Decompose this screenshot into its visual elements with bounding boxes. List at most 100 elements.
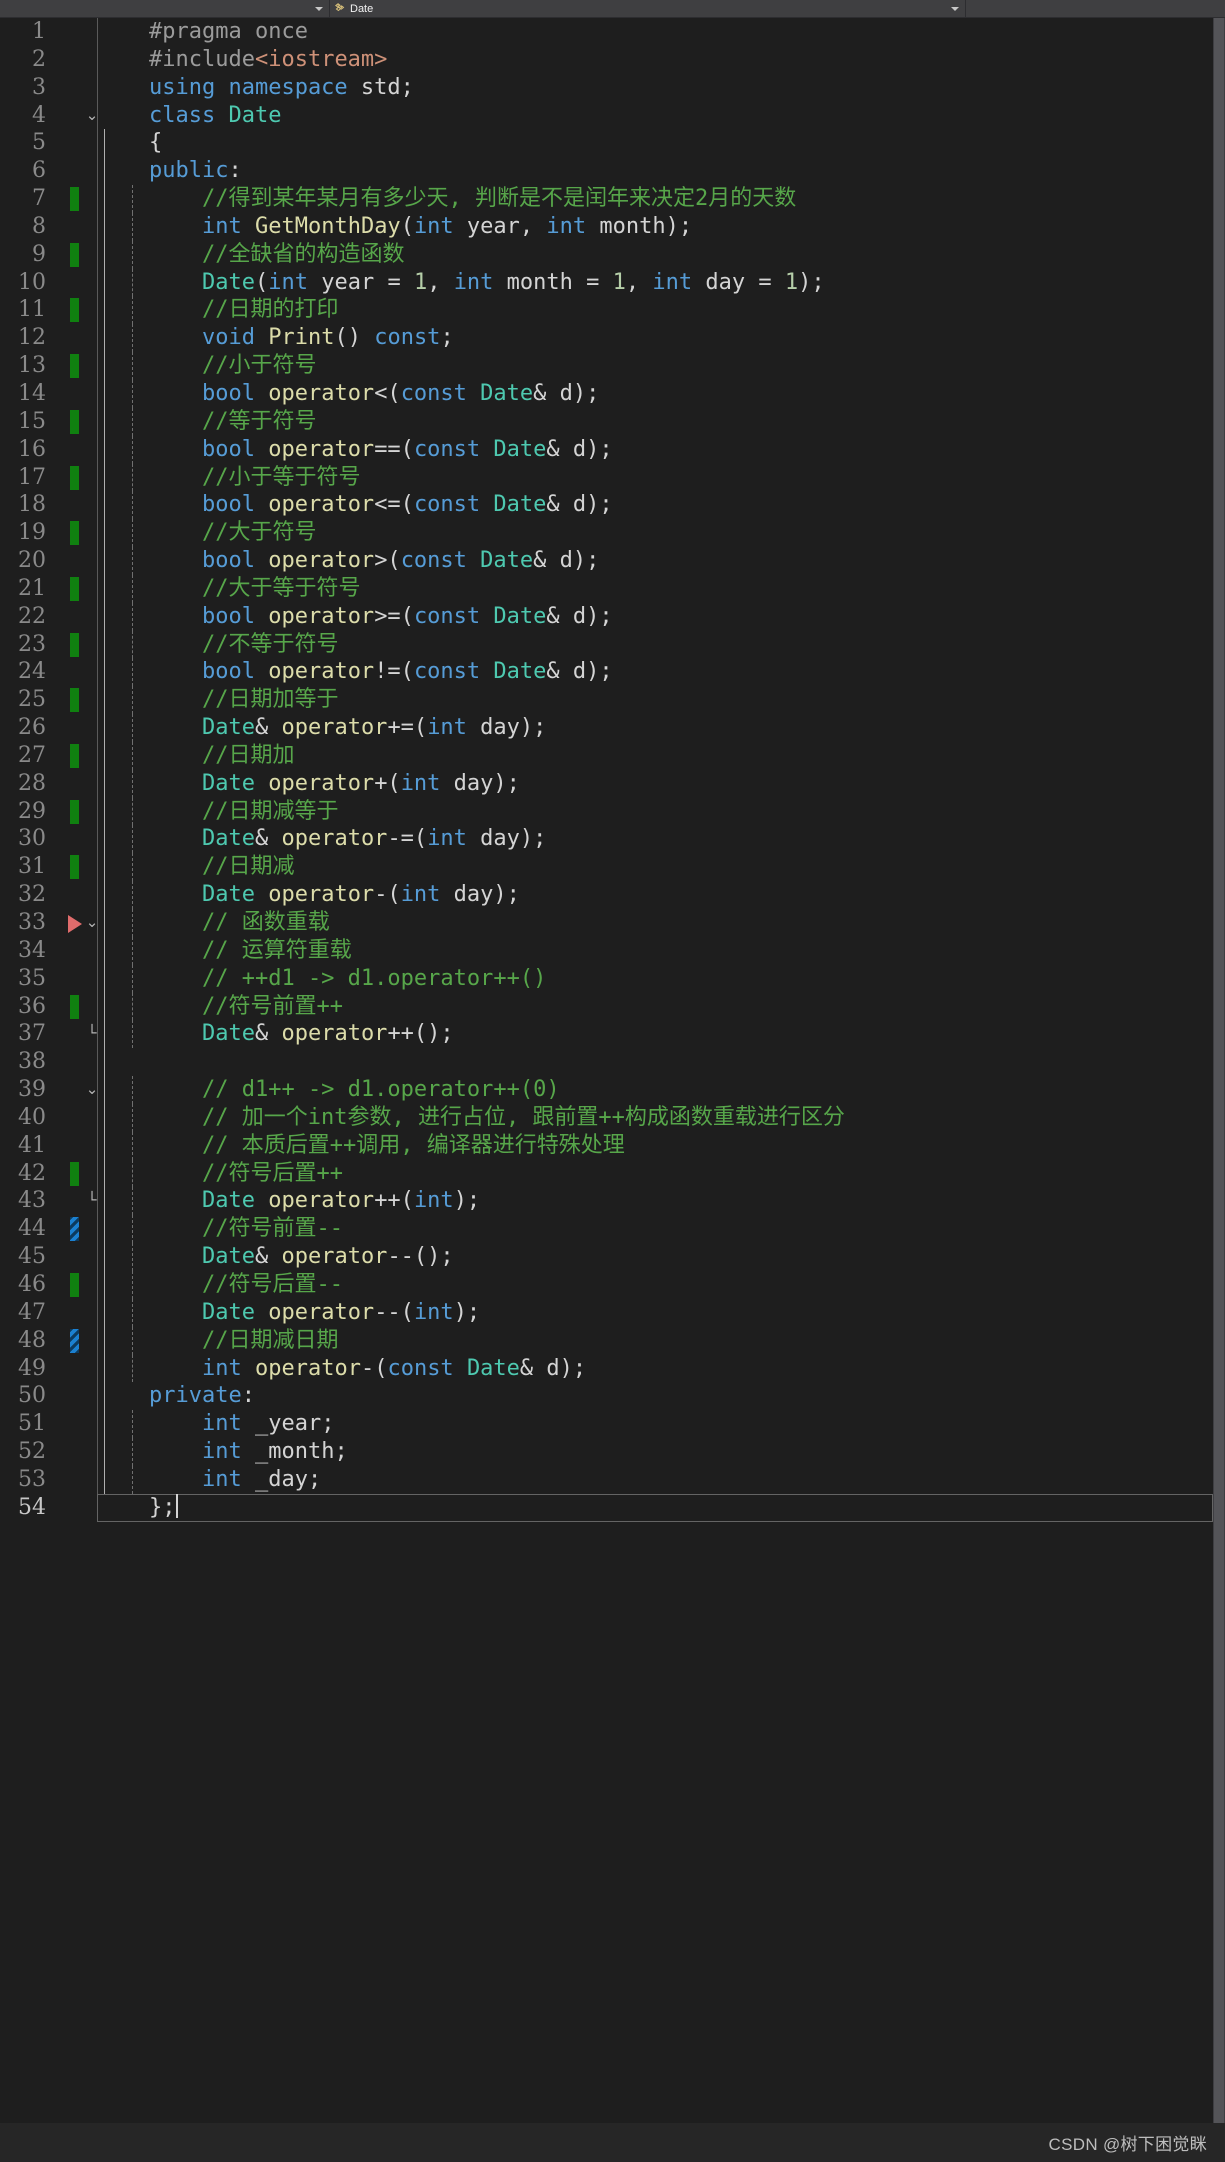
code-line[interactable]: 29 //日期减等于 — [0, 797, 1213, 826]
code-cell[interactable]: //大于符号 — [97, 519, 1213, 548]
code-cell[interactable]: void Print() const; — [97, 324, 1213, 353]
code-line[interactable]: 52 int _month; — [0, 1438, 1213, 1466]
code-cell[interactable]: #pragma once — [97, 18, 1213, 46]
code-line[interactable]: 4 ⌄ class Date — [0, 101, 1213, 130]
code-cell[interactable]: //大于等于符号 — [97, 574, 1213, 603]
code-cell[interactable]: //小于等于符号 — [97, 463, 1213, 492]
vertical-scrollbar[interactable] — [1213, 18, 1225, 2123]
line-gutter[interactable] — [52, 491, 98, 520]
code-cell[interactable]: Date operator+(int day); — [97, 769, 1213, 798]
code-line[interactable]: 36 //符号前置++ — [0, 992, 1213, 1021]
code-lines-container[interactable]: 1 #pragma once 2 #include<iostream> 3 using n… — [0, 18, 1213, 2123]
line-gutter[interactable] — [52, 1103, 98, 1132]
line-gutter[interactable] — [52, 881, 98, 909]
line-gutter[interactable] — [52, 379, 98, 408]
code-cell[interactable]: //日期减等于 — [97, 797, 1213, 826]
line-gutter[interactable] — [52, 18, 98, 46]
line-gutter[interactable] — [52, 1215, 98, 1244]
code-cell[interactable]: //符号前置-- — [97, 1215, 1213, 1244]
file-tab-date[interactable]: Date — [330, 0, 382, 17]
code-line[interactable]: 17 //小于等于符号 — [0, 463, 1213, 492]
code-line[interactable]: 27 //日期加 — [0, 741, 1213, 770]
code-cell[interactable]: //日期加等于 — [97, 686, 1213, 715]
code-line[interactable]: 45 Date& operator--(); — [0, 1243, 1213, 1271]
line-gutter[interactable] — [52, 129, 98, 158]
line-gutter[interactable] — [52, 1243, 98, 1271]
code-line[interactable]: 8 int GetMonthDay(int year, int month); — [0, 212, 1213, 241]
code-cell[interactable]: }; — [97, 1493, 1213, 1522]
code-line[interactable]: 44 //符号前置-- — [0, 1215, 1213, 1244]
code-line[interactable]: 6 public: — [0, 157, 1213, 186]
line-gutter[interactable]: ⌄ — [52, 101, 98, 130]
code-line[interactable]: 13 //小于符号 — [0, 352, 1213, 380]
code-line[interactable]: 54}; — [0, 1493, 1213, 1522]
line-gutter[interactable] — [52, 73, 98, 102]
line-gutter[interactable] — [52, 1048, 98, 1077]
code-line[interactable]: 18 bool operator<=(const Date& d); — [0, 491, 1213, 520]
code-line[interactable]: 31 //日期减 — [0, 853, 1213, 882]
line-gutter[interactable] — [52, 797, 98, 826]
line-gutter[interactable] — [52, 212, 98, 241]
code-line[interactable]: 2 #include<iostream> — [0, 45, 1213, 74]
code-cell[interactable]: int operator-(const Date& d); — [97, 1354, 1213, 1383]
code-cell[interactable]: //日期的打印 — [97, 296, 1213, 325]
line-gutter[interactable] — [52, 1465, 98, 1494]
code-line[interactable]: 25 //日期加等于 — [0, 686, 1213, 715]
code-cell[interactable]: bool operator<(const Date& d); — [97, 379, 1213, 408]
code-line[interactable]: 23 //不等于符号 — [0, 630, 1213, 659]
code-cell[interactable] — [97, 1048, 1213, 1077]
code-cell[interactable]: Date operator++(int); — [97, 1187, 1213, 1216]
code-cell[interactable]: private: — [97, 1382, 1213, 1411]
scrollbar-thumb[interactable] — [1214, 18, 1224, 2123]
code-line[interactable]: 51 int _year; — [0, 1410, 1213, 1439]
line-gutter[interactable] — [52, 185, 98, 213]
line-gutter[interactable] — [52, 1354, 98, 1383]
code-line[interactable]: 15 //等于符号 — [0, 407, 1213, 436]
line-gutter[interactable] — [52, 268, 98, 297]
line-gutter[interactable] — [52, 519, 98, 548]
code-cell[interactable]: Date operator--(int); — [97, 1298, 1213, 1327]
code-line[interactable]: 21 //大于等于符号 — [0, 574, 1213, 603]
line-gutter[interactable] — [52, 352, 98, 380]
line-gutter[interactable] — [52, 1438, 98, 1466]
code-line[interactable]: 3 using namespace std; — [0, 73, 1213, 102]
scope-dropdown[interactable] — [0, 0, 330, 17]
code-line[interactable]: 12 void Print() const; — [0, 324, 1213, 353]
line-gutter[interactable] — [52, 296, 98, 325]
member-dropdown[interactable] — [381, 0, 967, 17]
code-cell[interactable]: using namespace std; — [97, 74, 1213, 102]
code-line[interactable]: 40 // 加一个int参数, 进行占位, 跟前置++构成函数重载进行区分 — [0, 1103, 1213, 1132]
code-cell[interactable]: // d1++ -> d1.operator++(0) — [97, 1076, 1213, 1104]
code-line[interactable]: 1 #pragma once — [0, 18, 1213, 46]
code-line[interactable]: 28 Date operator+(int day); — [0, 769, 1213, 798]
line-gutter[interactable] — [52, 936, 98, 965]
code-line[interactable]: 10 Date(int year = 1, int month = 1, int… — [0, 268, 1213, 297]
code-editor[interactable]: 1 #pragma once 2 #include<iostream> 3 using n… — [0, 18, 1225, 2123]
line-gutter[interactable] — [52, 1493, 98, 1522]
line-gutter[interactable] — [52, 1131, 98, 1160]
code-cell[interactable]: // 运算符重载 — [97, 936, 1213, 965]
line-gutter[interactable] — [52, 686, 98, 715]
line-gutter[interactable] — [52, 630, 98, 659]
code-line[interactable]: 53 int _day; — [0, 1465, 1213, 1494]
code-line[interactable]: 38 — [0, 1048, 1213, 1077]
code-cell[interactable]: Date operator-(int day); — [97, 881, 1213, 909]
line-gutter[interactable] — [52, 157, 98, 186]
code-line[interactable]: 43 └ Date operator++(int); — [0, 1187, 1213, 1216]
code-cell[interactable]: //符号前置++ — [97, 992, 1213, 1021]
code-line[interactable]: 22 bool operator>=(const Date& d); — [0, 602, 1213, 631]
code-cell[interactable]: public: — [97, 157, 1213, 186]
line-gutter[interactable] — [52, 1159, 98, 1188]
line-gutter[interactable]: ⌄ — [52, 909, 98, 937]
code-line[interactable]: 50 private: — [0, 1382, 1213, 1411]
code-line[interactable]: 5{ — [0, 129, 1213, 158]
code-cell[interactable]: //小于符号 — [97, 352, 1213, 380]
line-gutter[interactable] — [52, 825, 98, 854]
line-gutter[interactable] — [52, 1270, 98, 1299]
line-gutter[interactable] — [52, 463, 98, 492]
line-gutter[interactable]: └ — [52, 1020, 98, 1049]
line-gutter[interactable] — [52, 1382, 98, 1411]
code-cell[interactable]: //不等于符号 — [97, 630, 1213, 659]
code-line[interactable]: 37 └ Date& operator++(); — [0, 1020, 1213, 1049]
line-gutter[interactable] — [52, 741, 98, 770]
